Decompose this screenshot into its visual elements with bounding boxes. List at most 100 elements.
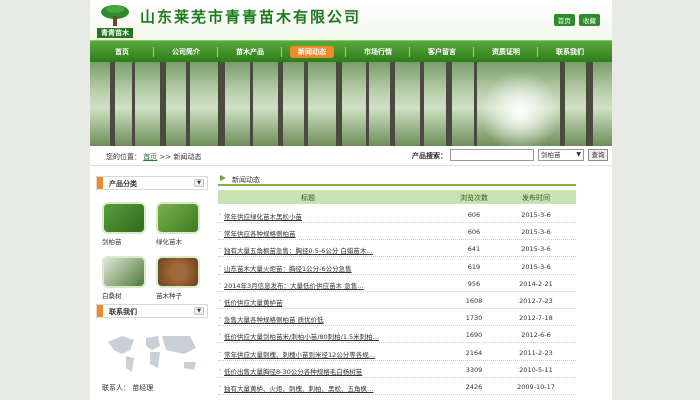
breadcrumb-bar: 您的位置： 首页 >> 新闻动态 产品搜索： 剑柏苗 ▼ 查询 [90, 146, 612, 166]
nav-guestbook[interactable]: 客户留言 [414, 46, 470, 58]
bullet-icon: · [219, 279, 222, 288]
news-views: 1608 [465, 297, 483, 305]
tree-trunk [304, 62, 308, 146]
news-title-link[interactable]: 独有大量黄栌、火炬、刺槐、刺柏、黑松、五角枫… [224, 383, 404, 393]
search-button[interactable]: 查询 [588, 149, 608, 161]
category-select-value: 剑柏苗 [541, 151, 561, 159]
breadcrumb-separator: >> [159, 153, 172, 161]
breadcrumb-prefix: 您的位置： [106, 153, 141, 161]
contact-header-title: 联系我们 [109, 308, 137, 316]
bookmark-link[interactable]: 收藏 [579, 14, 600, 26]
expand-icon[interactable]: ▼ [194, 179, 204, 187]
bullet-icon: · [219, 228, 222, 237]
news-views: 3309 [465, 365, 483, 374]
news-title-link[interactable]: 低价供应大量黄栌苗 [224, 297, 404, 307]
table-row: · 低价供应大量剑柏苗米/刺柏小苗/80刺柏/1.5米刺柏… 1690 2012-6-… [218, 326, 576, 344]
expand-icon[interactable]: ▼ [194, 307, 204, 315]
tree-trunk [420, 62, 424, 146]
nav-about[interactable]: 公司简介 [158, 46, 214, 58]
nav-market[interactable]: 市场行情 [350, 46, 406, 58]
table-row: · 常年供应绿化苗木黑松小苗 606 2015-3-6 [218, 206, 576, 223]
product-label[interactable]: 苗木种子 [156, 290, 206, 300]
news-date: 2011-2-23 [519, 348, 553, 357]
news-title-link[interactable]: 常年供应各种规格侧柏苗 [224, 228, 404, 238]
tree-logo-icon [101, 5, 129, 26]
header-accent [97, 177, 103, 189]
news-title-link[interactable]: 常年供应绿化苗木黑松小苗 [224, 211, 404, 221]
column-date: 发布时间 [522, 194, 550, 202]
news-title-link[interactable]: 山东苗木大量火炬苗：胸径1公分-6公分急售 [224, 263, 404, 273]
bullet-icon: · [219, 383, 222, 391]
product-image[interactable] [156, 256, 200, 288]
contact-header: 联系我们 ▼ [96, 304, 208, 318]
products-header-title: 产品分类 [109, 180, 137, 188]
product-item[interactable]: 白桑树 [102, 256, 152, 300]
news-section-title: 新闻动态 [232, 176, 260, 184]
product-item[interactable]: 绿化苗木 [156, 202, 206, 246]
company-name: 山东莱芜市青青苗木有限公司 [140, 8, 362, 26]
nav-products[interactable]: 苗木产品 [222, 46, 278, 58]
table-row: · 山东苗木大量火炬苗：胸径1公分-6公分急售 619 2015-3-6 [218, 258, 576, 275]
top-links: 首页 收藏 [552, 14, 600, 26]
news-date: 2014-2-21 [519, 279, 553, 288]
bullet-icon: · [219, 314, 222, 323]
table-row: · 低价出售大量胸径8-30公分各种规格毛白杨树苗 3309 2010-5-11 [218, 361, 576, 378]
home-link[interactable]: 首页 [553, 14, 575, 26]
product-label[interactable]: 绿化苗木 [156, 236, 206, 246]
product-image[interactable] [102, 202, 146, 234]
world-map-icon [108, 336, 196, 372]
news-views: 606 [467, 211, 481, 219]
news-views: 606 [467, 228, 481, 237]
main-nav: 首页 公司简介 苗木产品 新闻动态 市场行情 客户留言 资质证明 联系我们 [90, 40, 612, 62]
breadcrumb-home-link[interactable]: 首页 [143, 153, 157, 161]
products-header: 产品分类 ▼ [96, 176, 208, 190]
table-row: · 低价供应大量黄栌苗 1608 2012-7-23 [218, 292, 576, 309]
arrow-right-icon [220, 175, 226, 181]
nav-home[interactable]: 首页 [94, 46, 150, 58]
tree-trunk [390, 62, 395, 146]
news-views: 956 [467, 279, 481, 288]
nav-news[interactable]: 新闻动态 [290, 46, 334, 58]
table-row: · 常年供应各种规格侧柏苗 606 2015-3-6 [218, 223, 576, 241]
news-title-link[interactable]: 低价供应大量剑柏苗米/刺柏小苗/80刺柏/1.5米刺柏… [224, 331, 404, 341]
logo-text: 青青苗木 [97, 28, 133, 38]
tree-trunk [250, 62, 253, 146]
nav-divider [409, 47, 410, 57]
news-header: 新闻动态 [218, 170, 576, 186]
tree-trunk [474, 62, 477, 146]
news-date: 2012-7-23 [519, 297, 553, 305]
tree-trunk [586, 62, 593, 146]
news-title-link[interactable]: 2014年3月信息发布：大量低价供应苗木 急售… [224, 280, 404, 290]
tree-trunk [160, 62, 166, 146]
news-title-link[interactable]: 急售大量各种规格侧柏苗 质优价低 [224, 314, 404, 324]
logo[interactable]: 青青苗木 [97, 4, 133, 38]
product-item[interactable]: 苗木种子 [156, 256, 206, 300]
category-select[interactable]: 剑柏苗 ▼ [538, 149, 584, 161]
product-label[interactable]: 白桑树 [102, 290, 152, 300]
news-title-link[interactable]: 低价出售大量胸径8-30公分各种规格毛白杨树苗 [224, 366, 404, 376]
product-label[interactable]: 剑柏苗 [102, 236, 152, 246]
product-image[interactable] [156, 202, 200, 234]
tree-trunk [278, 62, 283, 146]
tree-trunk [186, 62, 190, 146]
news-title-link[interactable]: 独有大量五角枫苗急售：胸径0.5-6公分 白蜡苗木… [224, 245, 404, 255]
news-title-link[interactable]: 常年供应大量刺槐、刺槐小苗到米径12公分等各规… [224, 349, 404, 359]
news-views: 1730 [465, 314, 483, 323]
news-date: 2012-7-18 [519, 314, 553, 323]
product-item[interactable]: 剑柏苗 [102, 202, 152, 246]
news-date: 2015-3-6 [521, 245, 551, 254]
nav-certificates[interactable]: 资质证明 [478, 46, 534, 58]
forest-banner [90, 62, 612, 146]
tree-trunk [110, 62, 115, 146]
product-image[interactable] [102, 256, 146, 288]
nav-divider [281, 47, 282, 57]
table-row: · 2014年3月信息发布：大量低价供应苗木 急售… 956 2014-2-21 [218, 275, 576, 292]
search-input[interactable] [450, 149, 534, 161]
bullet-icon: · [219, 245, 222, 254]
nav-contact[interactable]: 联系我们 [542, 46, 598, 58]
bullet-icon: · [219, 211, 222, 219]
left-sidebar: 产品分类 ▼ 剑柏苗 绿化苗木 白桑树 苗木种子 联系我们 ▼ 联系人： 苗经理 [96, 176, 208, 392]
contact-section: 联系我们 ▼ [96, 304, 208, 318]
table-row: · 独有大量黄栌、火炬、刺槐、刺柏、黑松、五角枫… 2426 2009-10-17 [218, 378, 576, 395]
tree-trunk [560, 62, 565, 146]
